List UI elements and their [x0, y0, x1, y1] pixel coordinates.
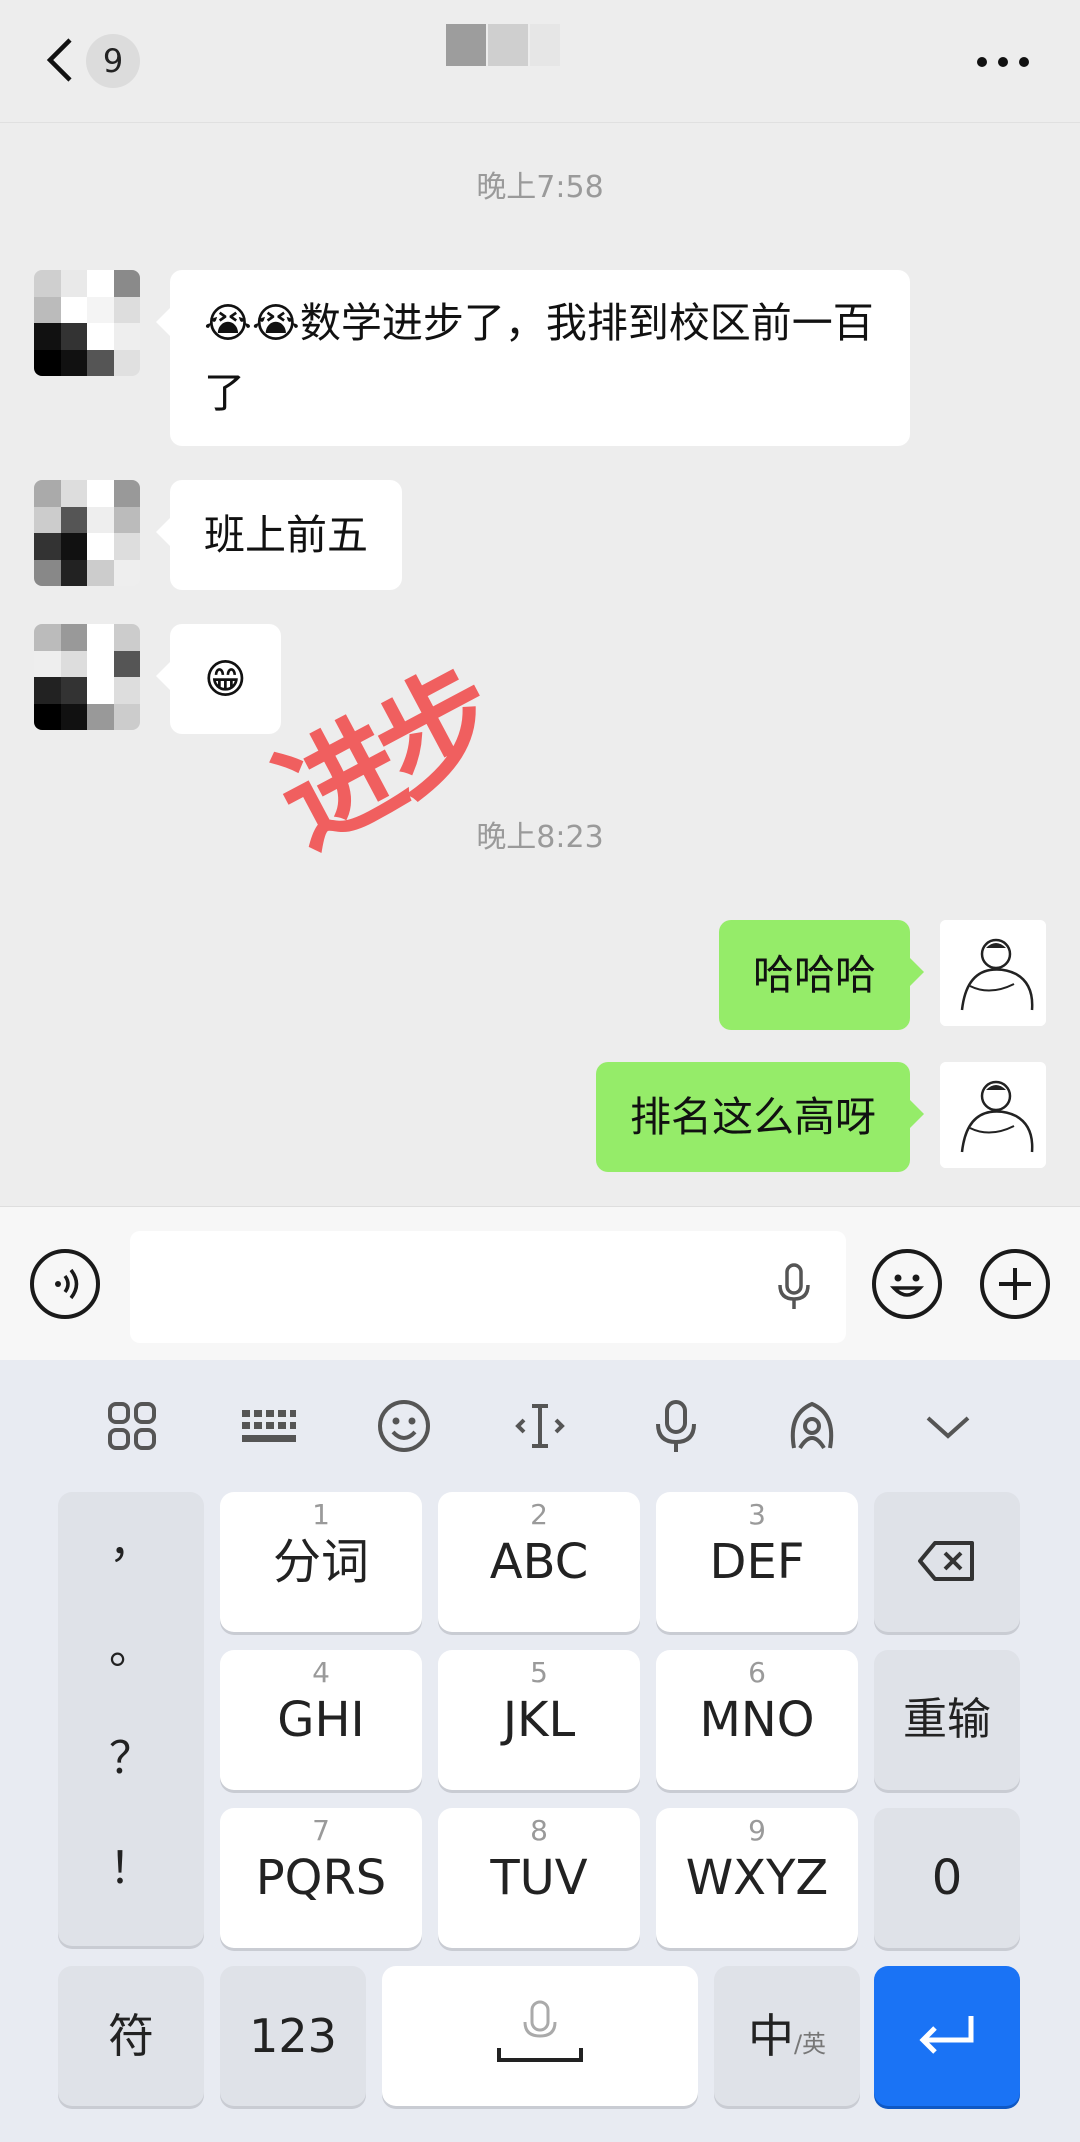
contact-avatar[interactable] — [34, 270, 140, 376]
cursor-icon[interactable] — [512, 1398, 568, 1454]
unread-badge: 9 — [86, 34, 140, 88]
swipe-icon[interactable] — [784, 1398, 840, 1454]
back-icon[interactable] — [40, 36, 80, 84]
language-switch-key[interactable]: 中/英 — [714, 1966, 860, 2106]
message-bubble-outgoing[interactable]: 排名这么高呀 — [596, 1062, 910, 1172]
key-2[interactable]: 2 ABC — [438, 1492, 640, 1632]
plus-icon[interactable] — [980, 1249, 1050, 1319]
space-mic-icon — [497, 2000, 583, 2062]
voice-icon[interactable] — [30, 1249, 100, 1319]
bubble-tail — [156, 518, 170, 546]
key-0[interactable]: 0 — [874, 1808, 1020, 1948]
smiley-icon[interactable] — [376, 1398, 432, 1454]
grid-icon[interactable] — [104, 1398, 160, 1454]
key-comma[interactable]: ， — [58, 1506, 204, 1570]
self-avatar[interactable] — [940, 1062, 1046, 1168]
backspace-key[interactable] — [874, 1492, 1020, 1632]
message-input[interactable] — [130, 1231, 846, 1343]
keyboard-mic-icon[interactable] — [648, 1398, 704, 1454]
key-5[interactable]: 5 JKL — [438, 1650, 640, 1790]
key-question[interactable]: ？ — [58, 1722, 204, 1786]
collapse-icon[interactable] — [920, 1398, 976, 1454]
chat-title-redacted — [446, 24, 576, 66]
contact-avatar[interactable] — [34, 624, 140, 730]
punctuation-column: ， 。 ？ ！ — [58, 1492, 204, 1946]
key-period[interactable]: 。 — [58, 1612, 204, 1676]
space-key[interactable] — [382, 1966, 698, 2106]
message-bubble-incoming[interactable]: 😭😭数学进步了，我排到校区前一百了 — [170, 270, 910, 446]
emoji-icon[interactable] — [872, 1249, 942, 1319]
input-bar — [0, 1206, 1080, 1361]
self-avatar[interactable] — [940, 920, 1046, 1026]
backspace-icon — [918, 1541, 974, 1581]
key-3[interactable]: 3 DEF — [656, 1492, 858, 1632]
chat-header: 9 — [0, 0, 1080, 123]
message-bubble-incoming[interactable]: 😁 — [170, 624, 281, 734]
message-bubble-outgoing[interactable]: 哈哈哈 — [719, 920, 910, 1030]
key-1[interactable]: 1 分词 — [220, 1492, 422, 1632]
symbol-key[interactable]: 符 — [58, 1966, 204, 2106]
key-6[interactable]: 6 MNO — [656, 1650, 858, 1790]
mic-icon[interactable] — [774, 1263, 814, 1311]
bubble-tail — [910, 958, 924, 986]
more-icon[interactable] — [976, 56, 1030, 68]
ime-keyboard: ， 。 ？ ！ 1 分词 2 ABC 3 DEF 4 GHI 5 JKL 6 MNO 重输 … — [0, 1360, 1080, 2142]
message-bubble-incoming[interactable]: 班上前五 — [170, 480, 402, 590]
key-9[interactable]: 9 WXYZ — [656, 1808, 858, 1948]
enter-icon — [919, 2016, 974, 2054]
numbers-key[interactable]: 123 — [220, 1966, 366, 2106]
reinput-key[interactable]: 重输 — [874, 1650, 1020, 1790]
key-7[interactable]: 7 PQRS — [220, 1808, 422, 1948]
key-8[interactable]: 8 TUV — [438, 1808, 640, 1948]
key-exclamation[interactable]: ！ — [58, 1832, 204, 1896]
timestamp: 晚上8:23 — [476, 820, 604, 855]
contact-avatar[interactable] — [34, 480, 140, 586]
key-4[interactable]: 4 GHI — [220, 1650, 422, 1790]
bubble-tail — [156, 308, 170, 336]
bubble-tail — [910, 1100, 924, 1128]
enter-key[interactable] — [874, 1966, 1020, 2106]
bubble-tail — [156, 662, 170, 690]
timestamp: 晚上7:58 — [476, 170, 604, 205]
keyboard-icon[interactable] — [240, 1398, 298, 1454]
